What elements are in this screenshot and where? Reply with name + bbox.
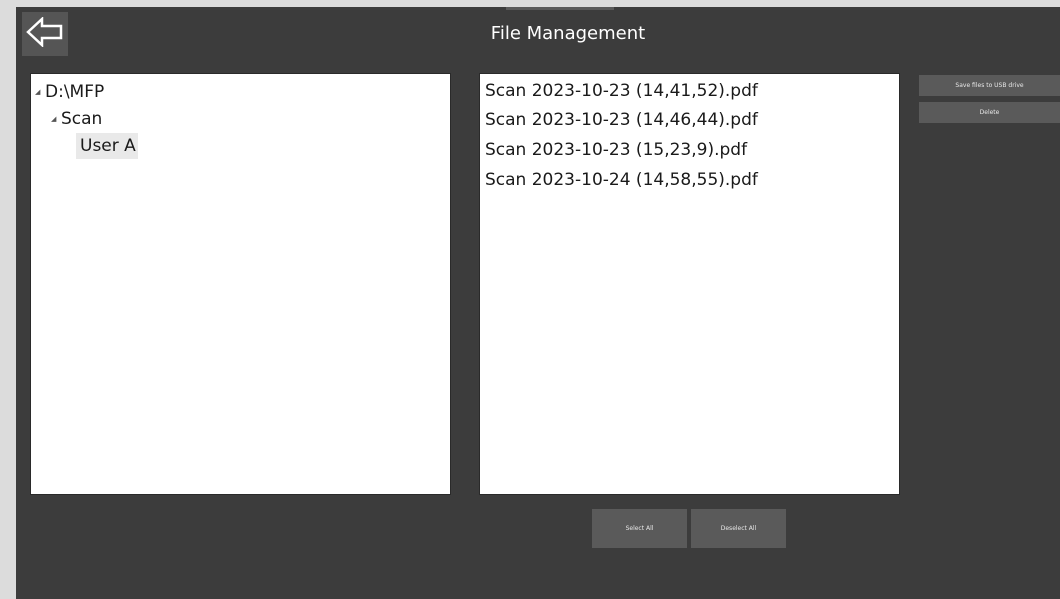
list-item[interactable]: Scan 2023-10-24 (14,58,55).pdf [485, 170, 758, 190]
tree-item-label: D:\MFP [45, 82, 105, 102]
tree-item-user-a[interactable]: User A [76, 133, 138, 159]
file-management-window: File Management ◢ D:\MFP ◢ Scan User A S… [16, 7, 1060, 599]
page-title: File Management [490, 23, 646, 44]
list-item[interactable]: Scan 2023-10-23 (15,23,9).pdf [485, 140, 747, 160]
save-to-usb-button[interactable]: Save files to USB drive [919, 75, 1060, 96]
deselect-all-button[interactable]: Deselect All [691, 509, 786, 548]
select-all-button[interactable]: Select All [592, 509, 687, 548]
list-item[interactable]: Scan 2023-10-23 (14,46,44).pdf [485, 110, 758, 130]
tree-item-label: User A [80, 136, 136, 156]
delete-button[interactable]: Delete [919, 102, 1060, 123]
list-item[interactable]: Scan 2023-10-23 (14,41,52).pdf [485, 81, 758, 101]
tree-item-scan[interactable]: ◢ Scan [51, 106, 102, 132]
file-list[interactable]: Scan 2023-10-23 (14,41,52).pdf Scan 2023… [479, 73, 900, 495]
top-handle[interactable] [506, 7, 614, 10]
folder-tree[interactable]: ◢ D:\MFP ◢ Scan User A [30, 73, 451, 495]
expand-icon[interactable]: ◢ [51, 106, 61, 132]
tree-item-mfp[interactable]: ◢ D:\MFP [35, 79, 104, 105]
tree-item-label: Scan [61, 109, 103, 129]
expand-icon[interactable]: ◢ [35, 79, 45, 105]
